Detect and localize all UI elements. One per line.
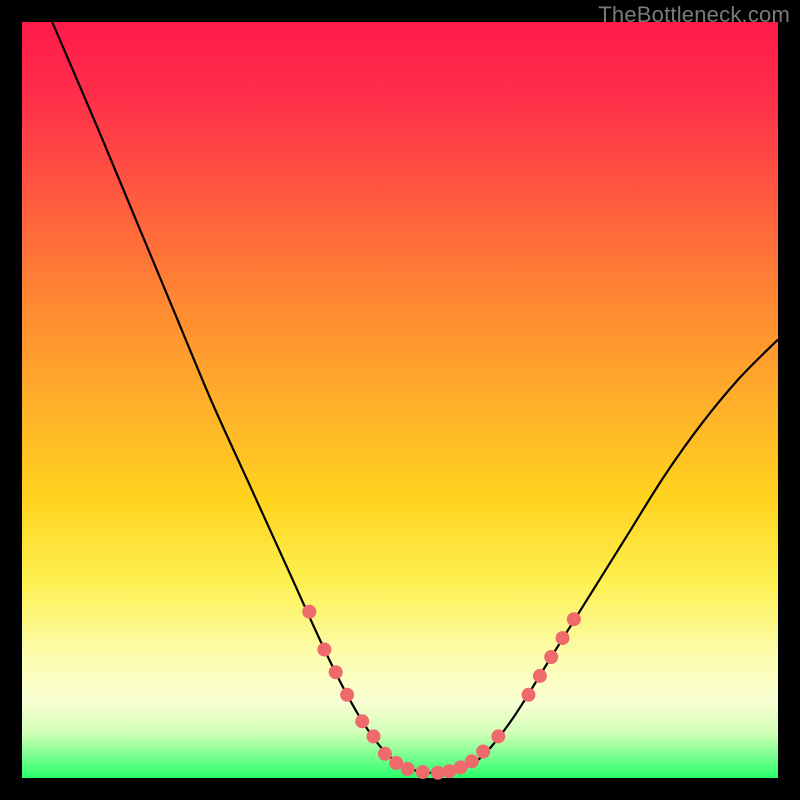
chart-frame: TheBottleneck.com [0, 0, 800, 800]
valley-marker [378, 747, 392, 761]
right-arm-marker [567, 612, 581, 626]
right-arm-marker [556, 631, 570, 645]
bottleneck-curve [52, 22, 778, 773]
valley-marker [401, 762, 415, 776]
marker-layer [302, 605, 581, 780]
left-arm-marker [317, 643, 331, 657]
right-arm-marker [491, 729, 505, 743]
plot-area [22, 22, 778, 778]
chart-svg [22, 22, 778, 778]
right-arm-marker [533, 669, 547, 683]
valley-marker [416, 765, 430, 779]
left-arm-marker [340, 688, 354, 702]
valley-marker [465, 754, 479, 768]
left-arm-marker [302, 605, 316, 619]
right-arm-marker [476, 745, 490, 759]
left-arm-marker [329, 665, 343, 679]
right-arm-marker [522, 688, 536, 702]
right-arm-marker [544, 650, 558, 664]
left-arm-marker [355, 714, 369, 728]
left-arm-marker [367, 729, 381, 743]
